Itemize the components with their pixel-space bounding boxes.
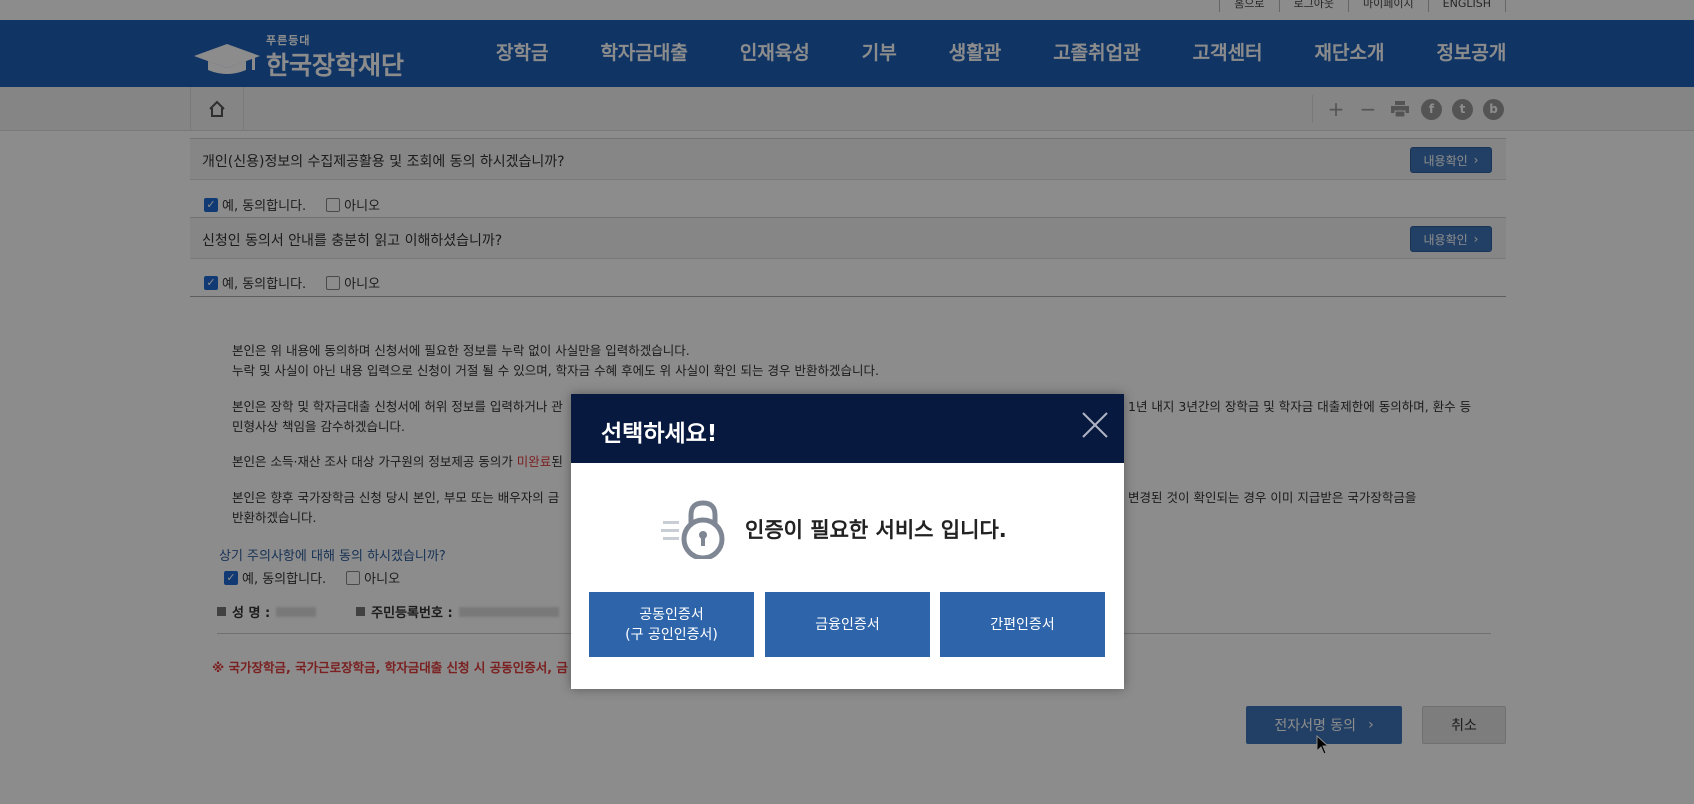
modal-header: 선택하세요! xyxy=(571,394,1124,463)
modal-title: 선택하세요! xyxy=(601,421,718,447)
auth-select-modal: 선택하세요! 인증이 필요한 서비스 입니다. 공동인증서 (구 공인인증서) … xyxy=(571,394,1124,689)
lock-icon xyxy=(661,500,725,559)
simple-certificate-button[interactable]: 간편인증서 xyxy=(940,592,1105,657)
modal-message: 인증이 필요한 서비스 입니다. xyxy=(745,518,1007,542)
joint-certificate-button[interactable]: 공동인증서 (구 공인인증서) xyxy=(589,592,754,657)
cert-button-sublabel: (구 공인인증서) xyxy=(625,626,718,643)
close-icon[interactable] xyxy=(1080,410,1110,440)
cert-button-label: 공동인증서 xyxy=(639,606,704,623)
cert-button-label: 간편인증서 xyxy=(990,616,1055,633)
modal-message-row: 인증이 필요한 서비스 입니다. xyxy=(661,499,1007,559)
page: 홈으로 로그아웃 마이페이지 ENGLISH 푸른등대 한국장학재단 장학금 학… xyxy=(0,0,1694,804)
financial-certificate-button[interactable]: 금융인증서 xyxy=(765,592,930,657)
cert-button-label: 금융인증서 xyxy=(815,616,880,633)
